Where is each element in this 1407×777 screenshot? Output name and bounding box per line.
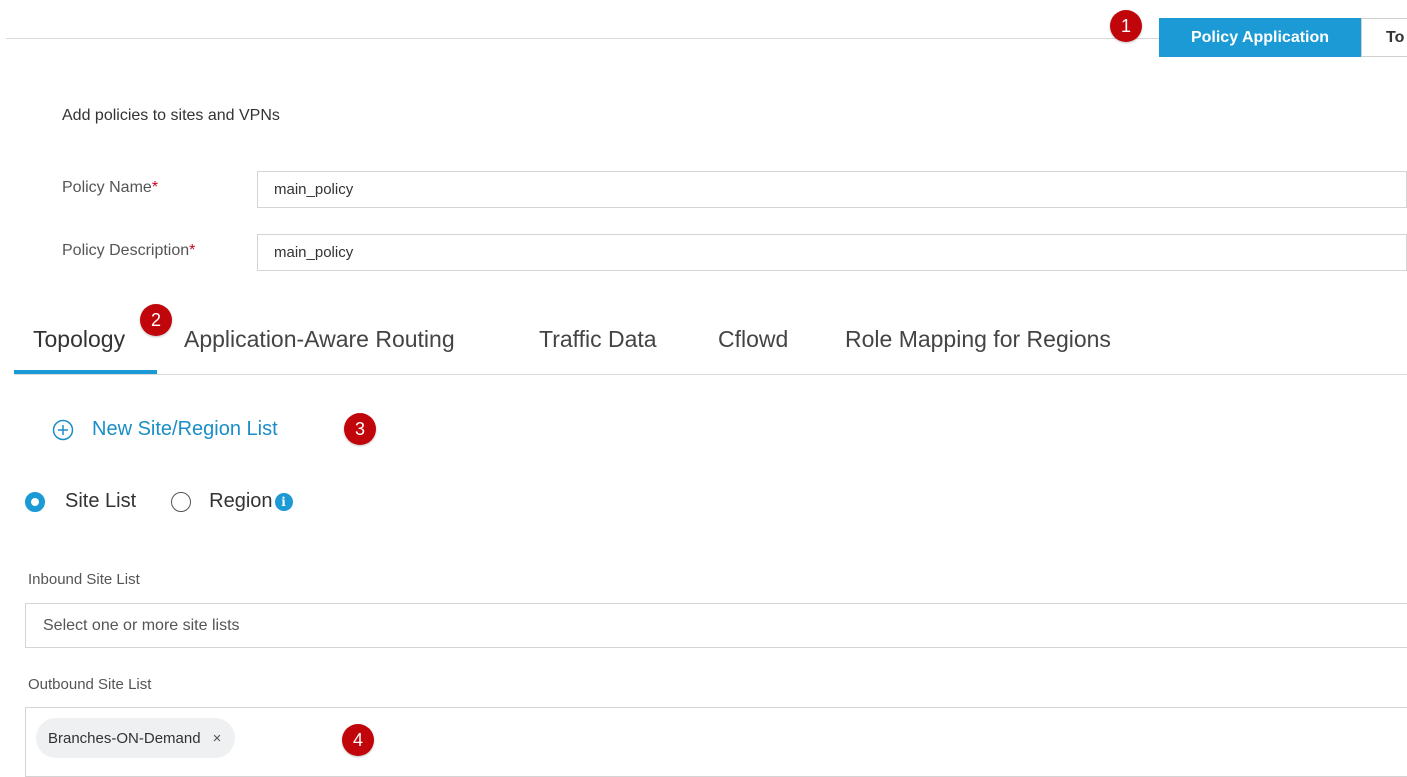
new-site-region-list-button[interactable]: New Site/Region List xyxy=(52,418,278,441)
site-list-chip: Branches-ON-Demand × xyxy=(36,718,236,758)
policy-description-label-text: Policy Description xyxy=(62,242,190,259)
tabs-divider xyxy=(14,374,1407,375)
policy-description-input[interactable]: main_policy xyxy=(257,234,1407,271)
close-icon[interactable]: × xyxy=(213,730,222,747)
outbound-site-list-label: Outbound Site List xyxy=(28,676,152,693)
callout-badge-3: 3 xyxy=(344,413,376,445)
site-list-radio-label[interactable]: Site List xyxy=(65,490,136,513)
region-radio[interactable] xyxy=(171,491,192,512)
callout-badge-1: 1 xyxy=(1110,10,1142,42)
inbound-site-list-label: Inbound Site List xyxy=(28,571,140,588)
site-region-radio-group: Site List Region i xyxy=(25,490,293,513)
info-icon[interactable]: i xyxy=(274,492,293,511)
tab-cflowd[interactable]: Cflowd xyxy=(718,326,788,353)
new-site-region-list-label: New Site/Region List xyxy=(92,418,278,440)
policy-description-label: Policy Description* xyxy=(62,242,195,260)
callout-badge-4: 4 xyxy=(342,724,374,756)
tab-traffic-data[interactable]: Traffic Data xyxy=(539,326,657,353)
plus-circle-icon xyxy=(52,419,74,440)
callout-badge-2: 2 xyxy=(140,304,172,336)
page-subtitle: Add policies to sites and VPNs xyxy=(62,107,280,124)
region-radio-label[interactable]: Region xyxy=(209,490,272,513)
site-list-chip-label: Branches-ON-Demand xyxy=(48,729,201,747)
site-list-radio[interactable] xyxy=(25,491,45,512)
policy-application-button[interactable]: Policy Application xyxy=(1159,18,1361,57)
active-tab-indicator xyxy=(14,370,157,374)
tab-topology[interactable]: Topology xyxy=(33,326,125,353)
policy-name-label-text: Policy Name xyxy=(62,179,152,196)
required-marker: * xyxy=(151,179,159,196)
policy-name-label: Policy Name* xyxy=(62,179,158,197)
topology-button-partial[interactable]: To xyxy=(1361,18,1407,57)
policy-name-input[interactable]: main_policy xyxy=(257,171,1407,208)
tab-role-mapping-for-regions[interactable]: Role Mapping for Regions xyxy=(845,326,1111,353)
tab-application-aware-routing[interactable]: Application-Aware Routing xyxy=(184,326,455,353)
inbound-site-list-select[interactable]: Select one or more site lists xyxy=(25,603,1407,648)
header-divider xyxy=(6,38,1166,39)
required-marker: * xyxy=(189,242,196,259)
